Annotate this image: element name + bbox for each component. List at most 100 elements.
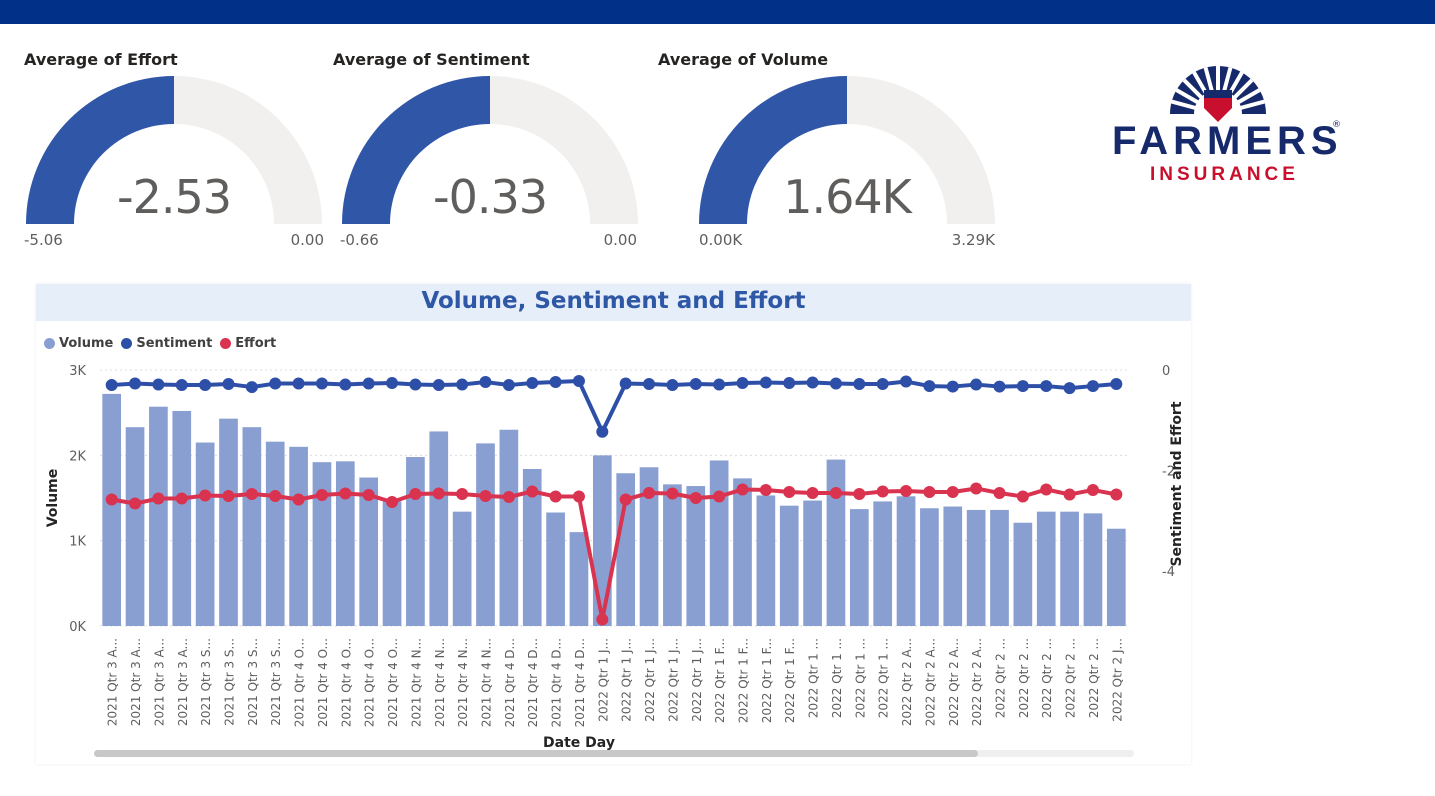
- bar-volume: [849, 509, 869, 626]
- legend-label: Effort: [235, 336, 277, 351]
- point-effort: [572, 490, 585, 503]
- legend-item-volume[interactable]: Volume: [44, 336, 113, 351]
- bar-volume: [896, 496, 916, 626]
- gauge-min: -0.66: [340, 231, 379, 249]
- bar-volume: [1083, 513, 1103, 626]
- point-effort: [1063, 488, 1076, 501]
- legend-item-effort[interactable]: Effort: [220, 336, 276, 351]
- x-tick-label: 2021 Qtr 3 S...: [223, 638, 237, 726]
- point-sentiment: [502, 379, 515, 392]
- point-effort: [993, 486, 1006, 499]
- gauge-sentiment[interactable]: Average of Sentiment -0.33 -0.66 0.00: [333, 44, 640, 254]
- point-sentiment: [1086, 380, 1099, 393]
- x-tick-label: 2022 Qtr 1 F...: [760, 638, 774, 723]
- point-sentiment: [829, 377, 842, 390]
- y-tick-label: 1K: [69, 535, 86, 550]
- point-effort: [479, 489, 492, 502]
- bar-volume: [920, 508, 939, 626]
- y-axis-title: Volume: [45, 469, 61, 528]
- bar-volume: [335, 461, 355, 626]
- point-effort: [199, 489, 212, 502]
- bar-volume: [219, 418, 238, 626]
- point-sentiment: [853, 378, 866, 391]
- gauge-volume[interactable]: Average of Volume 1.64K 0.00K 3.29K: [658, 44, 997, 254]
- y-tick-label: 0K: [69, 620, 86, 635]
- point-sentiment: [245, 381, 258, 394]
- x-tick-label: 2022 Qtr 1 J...: [643, 638, 657, 722]
- point-sentiment: [876, 378, 889, 391]
- point-sentiment: [806, 376, 819, 389]
- bar-volume: [1036, 511, 1056, 626]
- x-tick-label: 2022 Qtr 2 ...: [1087, 638, 1101, 718]
- bar-volume: [125, 427, 145, 626]
- x-axis-title: Date Day: [543, 735, 615, 751]
- gauge-max: 3.29K: [951, 231, 995, 249]
- point-effort: [526, 485, 539, 498]
- x-tick-label: 2021 Qtr 4 N...: [480, 638, 494, 727]
- x-tick-label: 2021 Qtr 4 D...: [526, 638, 540, 727]
- bar-volume: [476, 443, 495, 626]
- legend-item-sentiment[interactable]: Sentiment: [121, 336, 212, 351]
- point-sentiment: [1016, 380, 1029, 393]
- gauge-title: Average of Sentiment: [333, 50, 530, 69]
- point-sentiment: [596, 425, 609, 438]
- x-tick-label: 2021 Qtr 4 O...: [386, 638, 400, 727]
- point-effort: [713, 490, 726, 503]
- point-sentiment: [783, 377, 796, 390]
- x-tick-label: 2022 Qtr 1 ...: [807, 638, 821, 718]
- point-effort: [105, 493, 118, 506]
- point-effort: [619, 493, 632, 506]
- x-tick-label: 2021 Qtr 4 O...: [339, 638, 353, 727]
- legend-label: Volume: [59, 336, 114, 351]
- point-sentiment: [456, 378, 469, 391]
- bar-volume: [149, 406, 168, 626]
- x-tick-label: 2021 Qtr 3 A...: [152, 638, 166, 726]
- point-effort: [900, 484, 913, 497]
- chart-legend: Volume Sentiment Effort: [44, 336, 276, 351]
- point-effort: [736, 483, 749, 496]
- point-effort: [362, 488, 375, 501]
- gauge-title: Average of Effort: [24, 50, 178, 69]
- bar-volume: [686, 486, 706, 626]
- point-sentiment: [666, 379, 679, 392]
- point-sentiment: [199, 379, 212, 392]
- point-sentiment: [1040, 380, 1053, 393]
- combo-chart-panel[interactable]: Volume, Sentiment and Effort 0K 1K 2K 3K 0 -2…: [36, 284, 1191, 764]
- point-effort: [409, 487, 422, 500]
- bar-volume: [873, 501, 893, 626]
- point-sentiment: [362, 377, 375, 390]
- point-effort: [643, 486, 656, 499]
- bar-volume: [709, 460, 729, 626]
- horizontal-scrollbar-thumb[interactable]: [94, 750, 978, 757]
- y2-tick-label: 0: [1162, 364, 1170, 379]
- line-sentiment: [111, 379, 1117, 434]
- x-tick-label: 2021 Qtr 4 D...: [503, 638, 517, 727]
- x-tick-label: 2021 Qtr 4 D...: [573, 638, 587, 727]
- point-effort: [829, 486, 842, 499]
- y-tick-label: 2K: [69, 449, 86, 464]
- gauge-value: 1.64K: [783, 170, 912, 224]
- x-tick-label: 2022 Qtr 2 J...: [1110, 638, 1124, 722]
- bar-volume: [195, 442, 215, 626]
- bar-volume: [242, 427, 262, 626]
- point-effort: [946, 485, 959, 498]
- bar-volume: [756, 495, 776, 626]
- point-effort: [666, 487, 679, 500]
- x-tick-label: 2022 Qtr 1 ...: [877, 638, 891, 718]
- farmers-shield-icon: [1170, 66, 1266, 122]
- point-effort: [386, 496, 399, 509]
- x-tick-label: 2022 Qtr 1 J...: [666, 638, 680, 722]
- bar-volume: [452, 511, 472, 626]
- point-sentiment: [105, 379, 118, 392]
- x-tick-label: 2021 Qtr 4 O...: [316, 638, 330, 727]
- point-sentiment: [993, 380, 1006, 393]
- line-effort: [111, 486, 1117, 622]
- gauge-effort[interactable]: Average of Effort -2.53 -5.06 0.00: [24, 44, 324, 254]
- point-sentiment: [222, 378, 235, 391]
- point-effort: [970, 482, 983, 495]
- point-sentiment: [386, 377, 399, 390]
- bar-volume: [803, 500, 822, 626]
- point-effort: [432, 487, 445, 500]
- combo-chart: 0K1K2K3K 0-2-4Volume Sentiment and EffortD…: [45, 364, 1185, 751]
- bar-volume: [569, 532, 589, 626]
